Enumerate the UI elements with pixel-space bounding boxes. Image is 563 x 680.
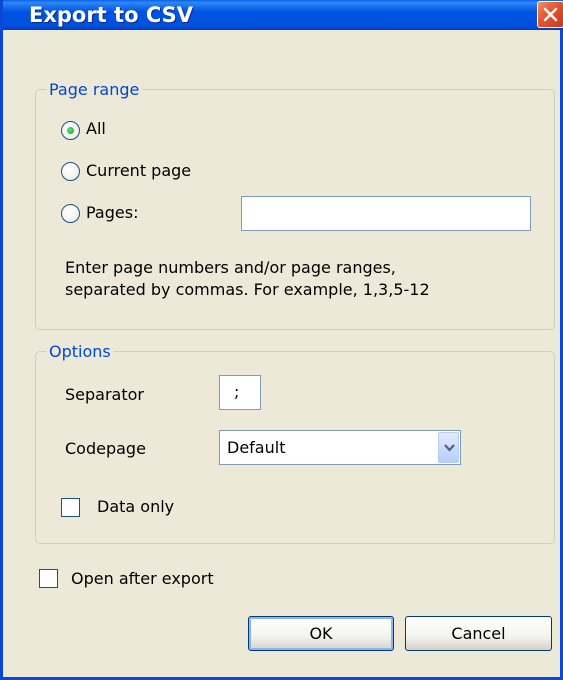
- radio-current-page-label: Current page: [86, 161, 192, 180]
- cancel-button[interactable]: Cancel: [405, 616, 552, 651]
- radio-all[interactable]: [61, 121, 80, 140]
- close-icon: [543, 7, 558, 22]
- open-after-export-checkbox[interactable]: [39, 569, 58, 588]
- radio-current-page[interactable]: [61, 162, 80, 181]
- data-only-checkbox[interactable]: [61, 498, 80, 517]
- codepage-value: Default: [227, 438, 286, 457]
- close-button[interactable]: [537, 1, 563, 28]
- separator-input[interactable]: ;: [219, 375, 261, 410]
- separator-value: ;: [234, 382, 240, 401]
- radio-selected-dot: [67, 127, 74, 134]
- radio-all-label: All: [86, 119, 106, 138]
- page-range-legend: Page range: [49, 80, 140, 99]
- radio-pages[interactable]: [61, 204, 80, 223]
- window-title: Export to CSV: [29, 3, 194, 27]
- codepage-select[interactable]: Default: [219, 430, 461, 465]
- ok-button[interactable]: OK: [248, 616, 394, 651]
- export-csv-dialog: Export to CSV Page range All Current pag…: [0, 0, 563, 680]
- separator-label: Separator: [65, 385, 144, 404]
- radio-pages-label: Pages:: [86, 203, 139, 222]
- data-only-label: Data only: [97, 497, 175, 516]
- pages-input[interactable]: [241, 196, 531, 231]
- page-range-hint-line2: separated by commas. For example, 1,3,5-…: [65, 280, 430, 299]
- title-bar[interactable]: Export to CSV: [3, 0, 563, 30]
- codepage-label: Codepage: [65, 439, 146, 458]
- page-range-hint-line1: Enter page numbers and/or page ranges,: [65, 258, 396, 277]
- open-after-export-label: Open after export: [71, 569, 214, 588]
- codepage-dropdown-button[interactable]: [438, 432, 459, 463]
- chevron-down-icon: [444, 444, 455, 452]
- options-legend: Options: [49, 342, 111, 361]
